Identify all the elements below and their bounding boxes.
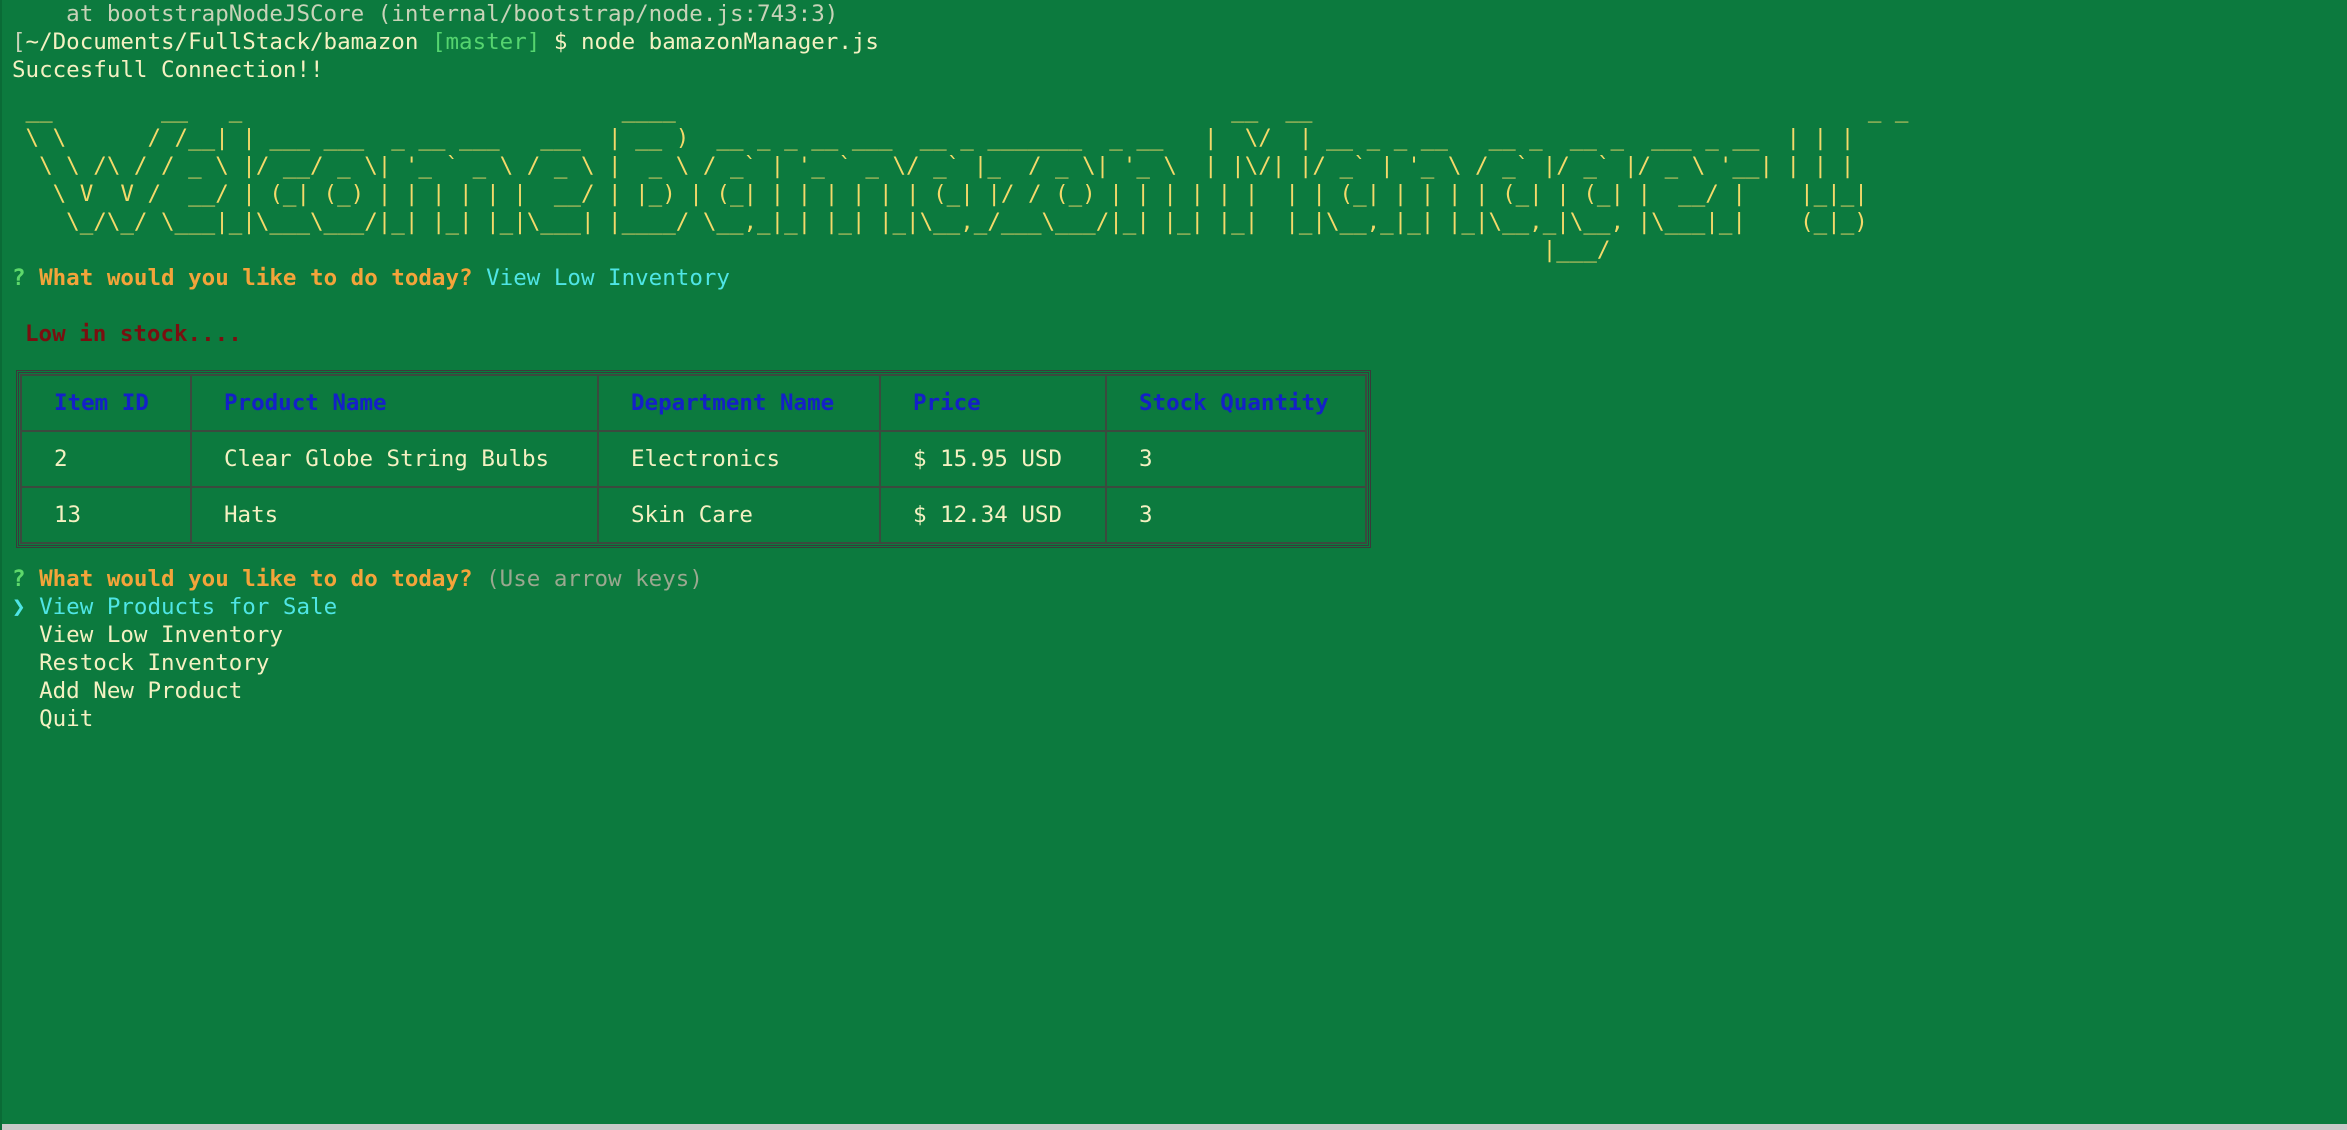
menu-option-label: View Products for Sale [39, 594, 338, 620]
question-answered-line: ? What would you like to do today? View … [12, 264, 2347, 292]
menu-option-label: Quit [39, 706, 94, 732]
cell-department-name: Electronics [597, 430, 881, 488]
prompt-bracket: [ [12, 29, 26, 55]
menu-option-view-low-inventory[interactable]: View Low Inventory [12, 621, 2347, 649]
table-row: 13 Hats Skin Care $ 12.34 USD 3 [20, 486, 1367, 544]
shell-command: node bamazonManager.js [580, 29, 879, 55]
arrow-keys-hint: (Use arrow keys) [486, 566, 703, 592]
prompt-dollar: $ [553, 29, 568, 55]
menu-option-quit[interactable]: Quit [12, 705, 2347, 733]
connection-message: Succesfull Connection!! [12, 57, 324, 83]
terminal-bottom-scrollbar[interactable] [2, 1124, 2347, 1130]
column-header-item-id: Item ID [20, 374, 192, 432]
cell-item-id: 2 [20, 430, 192, 488]
inventory-table: Item ID Product Name Department Name Pri… [20, 374, 1367, 544]
question-answer: View Low Inventory [486, 265, 730, 291]
cell-price: $ 12.34 USD [879, 486, 1107, 544]
column-header-stock-quantity: Stock Quantity [1105, 374, 1367, 432]
cell-stock-quantity: 3 [1105, 486, 1367, 544]
menu-option-label: View Low Inventory [39, 622, 283, 648]
welcome-ascii-banner: __ __ _ ____ __ __ _ _ \ \ / /__| | ___ … [25, 97, 1909, 263]
question-prompt-line: ? What would you like to do today? (Use … [12, 565, 2347, 593]
question-mark-icon: ? [12, 566, 26, 592]
cell-product-name: Clear Globe String Bulbs [190, 430, 599, 488]
menu-option-label: Restock Inventory [39, 650, 270, 676]
terminal-window[interactable]: at bootstrapNodeJSCore (internal/bootstr… [0, 0, 2347, 1130]
stack-trace-line: at bootstrapNodeJSCore (internal/bootstr… [12, 1, 839, 27]
question-text: What would you like to do today? [39, 566, 473, 592]
table-row: 2 Clear Globe String Bulbs Electronics $… [20, 430, 1367, 488]
prompt-path: ~/Documents/FullStack/bamazon [25, 29, 419, 55]
cell-item-id: 13 [20, 486, 192, 544]
menu-option-add-new-product[interactable]: Add New Product [12, 677, 2347, 705]
question-text: What would you like to do today? [39, 265, 473, 291]
cell-department-name: Skin Care [597, 486, 881, 544]
selection-pointer-icon: ❯ [12, 594, 26, 620]
low-stock-heading: Low in stock.... [25, 321, 242, 347]
shell-prompt-line: [~/Documents/FullStack/bamazon [master] … [12, 28, 2347, 56]
cell-price: $ 15.95 USD [879, 430, 1107, 488]
menu-option-restock-inventory[interactable]: Restock Inventory [12, 649, 2347, 677]
cell-stock-quantity: 3 [1105, 430, 1367, 488]
inventory-table-frame: Item ID Product Name Department Name Pri… [16, 370, 1371, 548]
menu-option-view-products[interactable]: ❯ View Products for Sale [12, 593, 2347, 621]
column-header-price: Price [879, 374, 1107, 432]
menu-option-label: Add New Product [39, 678, 243, 704]
question-mark-icon: ? [12, 265, 26, 291]
git-branch: [master] [431, 29, 541, 55]
table-header-row: Item ID Product Name Department Name Pri… [20, 374, 1367, 432]
column-header-product-name: Product Name [190, 374, 599, 432]
column-header-department-name: Department Name [597, 374, 881, 432]
cell-product-name: Hats [190, 486, 599, 544]
